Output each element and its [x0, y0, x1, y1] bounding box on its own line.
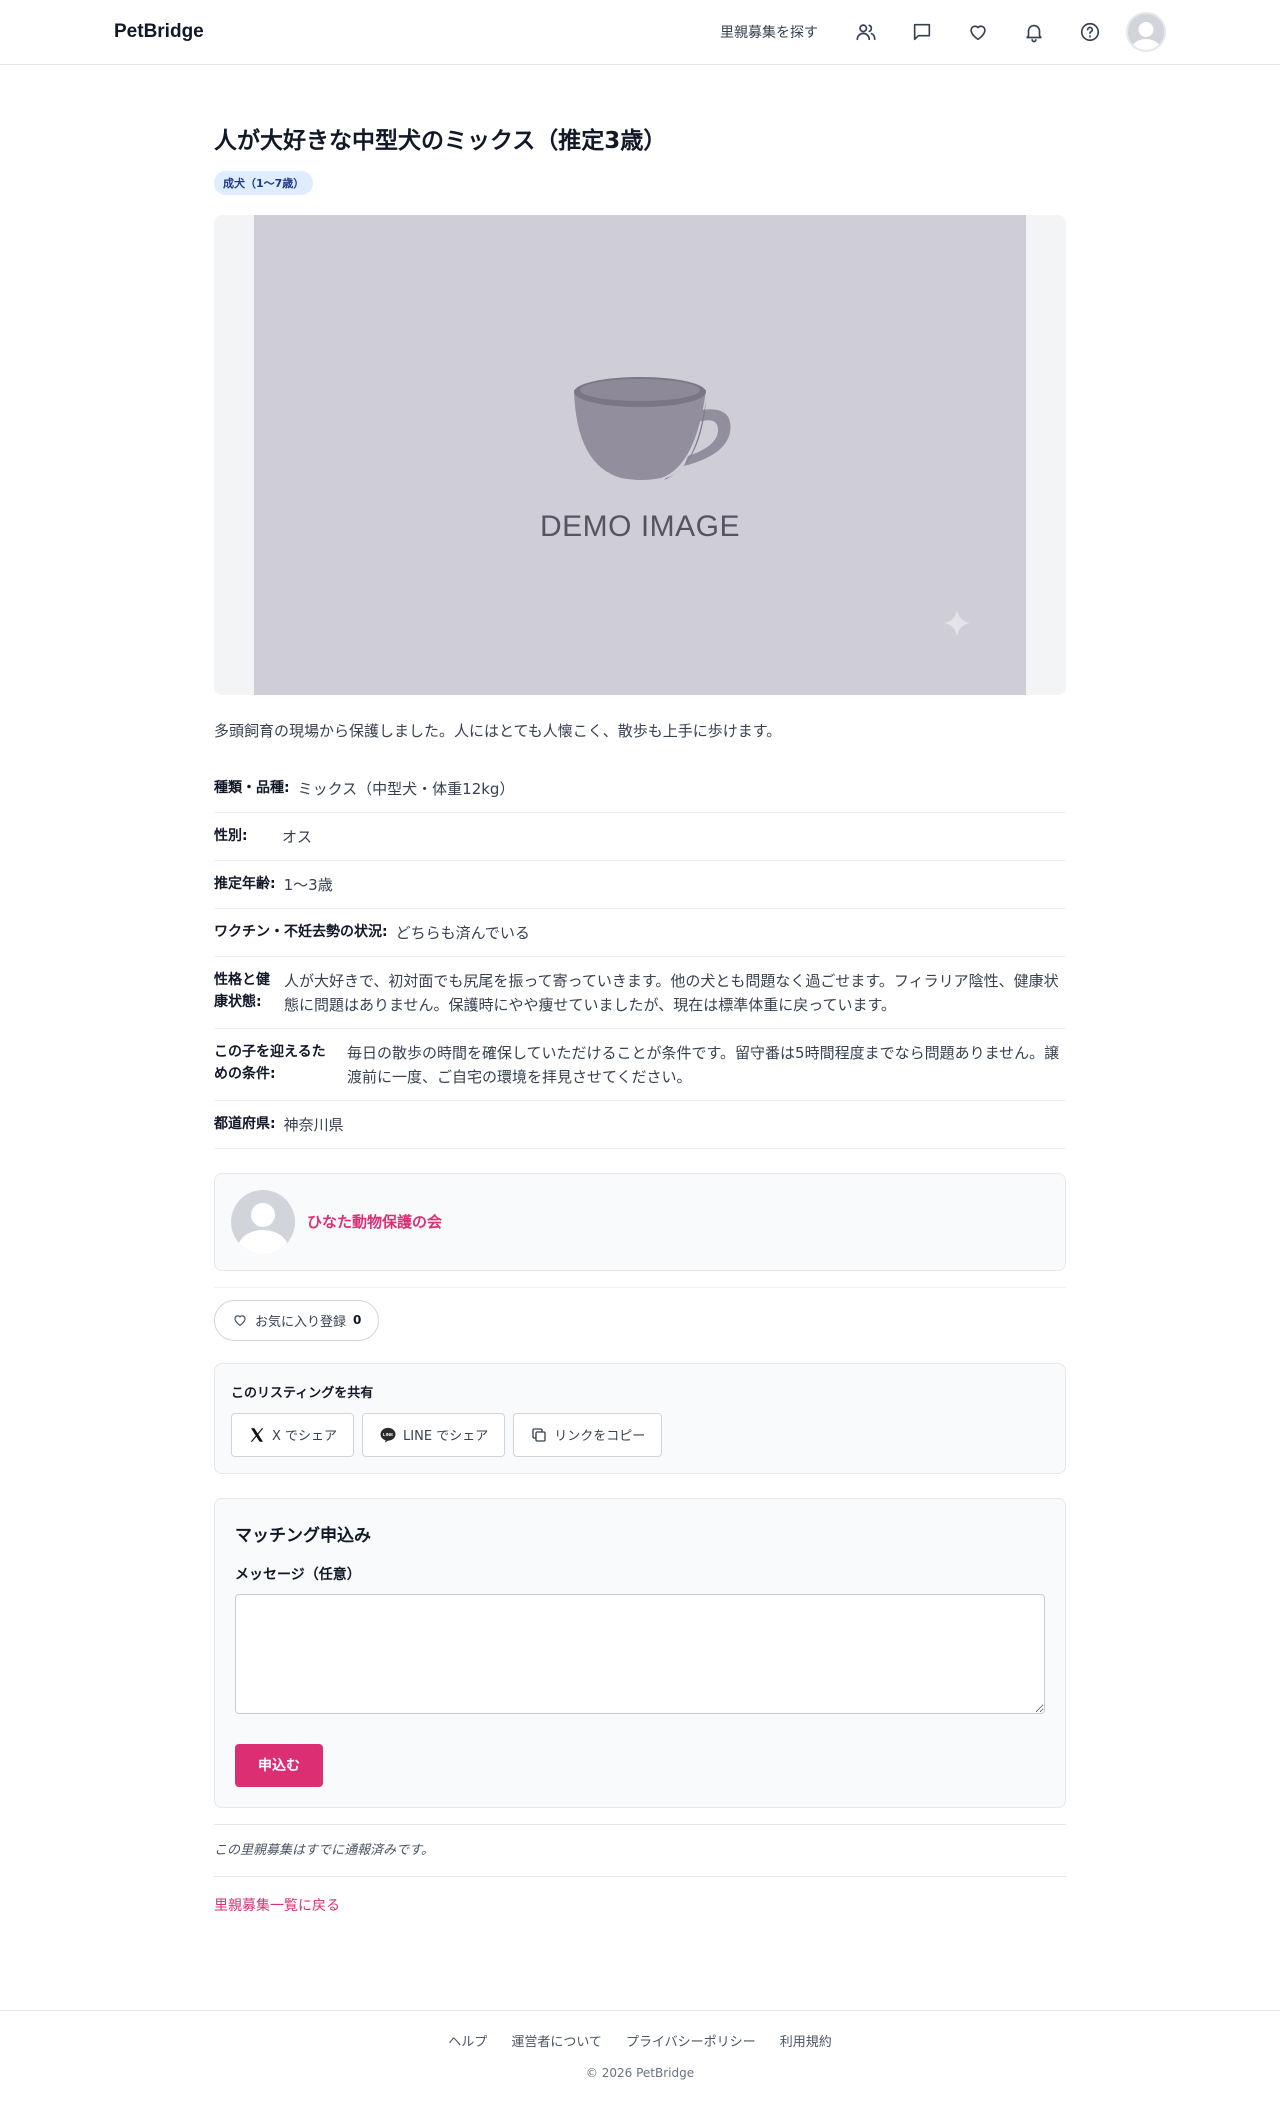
detail-label: ワクチン・不妊去勢の状況:	[214, 923, 388, 940]
listing-photo-container: DEMO IMAGE	[214, 214, 1066, 695]
detail-row-prefecture: 都道府県: 神奈川県	[214, 1101, 1066, 1149]
organization-avatar[interactable]	[231, 1189, 295, 1254]
site-footer: ヘルプ 運営者について プライバシーポリシー 利用規約 © 2026 PetBr…	[0, 2010, 1280, 2080]
footer-link-about[interactable]: 運営者について	[511, 2031, 602, 2050]
footer-link-terms[interactable]: 利用規約	[780, 2031, 832, 2050]
avatar-body-shape	[238, 1229, 288, 1254]
share-title: このリスティングを共有	[231, 1385, 374, 1401]
age-badge: 成犬（1〜7歳）	[214, 170, 314, 195]
user-avatar[interactable]	[1126, 12, 1166, 52]
detail-row-breed: 種類・品種: ミックス（中型犬・体重12kg）	[214, 765, 1066, 813]
favorite-label: お気に入り登録	[255, 1314, 347, 1330]
detail-label: この子を迎えるための条件:	[214, 1043, 326, 1083]
heart-outline-icon	[234, 1315, 246, 1327]
listing-details: 種類・品種: ミックス（中型犬・体重12kg） 性別: オス 推定年齢: 1〜3…	[214, 765, 1066, 1149]
detail-row-sex: 性別: オス	[214, 813, 1066, 861]
detail-label: 性別:	[214, 827, 248, 844]
users-icon[interactable]	[838, 12, 894, 52]
brand-logo[interactable]: PetBridge	[114, 21, 204, 43]
listing-title: 人が大好きな中型犬のミックス（推定3歳）	[214, 128, 667, 154]
message-icon[interactable]	[894, 12, 950, 52]
matching-application-card: マッチング申込み メッセージ（任意） 申込む	[214, 1497, 1066, 1808]
avatar-body-shape	[1131, 39, 1161, 50]
heart-icon[interactable]	[950, 12, 1006, 52]
line-logo-icon: LINE	[380, 1427, 396, 1443]
detail-value: 1〜3歳	[283, 875, 333, 894]
message-label: メッセージ（任意）	[235, 1566, 361, 1583]
detail-value: 神奈川県	[283, 1115, 344, 1134]
share-buttons: X でシェア LINE LINE でシェア リンクをコピー	[231, 1412, 1049, 1457]
coffee-cup-icon	[574, 376, 731, 480]
detail-row-vaccination: ワクチン・不妊去勢の状況: どちらも済んでいる	[214, 909, 1066, 957]
share-card: このリスティングを共有 X でシェア LINE LINE でシェア リンクをコピ…	[214, 1362, 1066, 1474]
detail-label: 性格と健康状態:	[214, 971, 270, 1011]
detail-row-conditions: この子を迎えるための条件: 毎日の散歩の時間を確保していただけることが条件です。…	[214, 1029, 1066, 1101]
site-header: PetBridge 里親募集を探す	[0, 0, 1280, 65]
detail-label: 都道府県:	[214, 1115, 276, 1132]
demo-image-text: DEMO IMAGE	[539, 509, 740, 543]
organization-name-link[interactable]: ひなた動物保護の会	[307, 1211, 442, 1232]
bell-icon[interactable]	[1006, 12, 1062, 52]
footer-link-privacy[interactable]: プライバシーポリシー	[626, 2031, 756, 2050]
copy-link-label: リンクをコピー	[554, 1429, 646, 1445]
listing-photo[interactable]: DEMO IMAGE	[254, 214, 1026, 695]
divider	[214, 1286, 1066, 1288]
avatar-head-shape	[251, 1202, 275, 1227]
detail-value: 人が大好きで、初対面でも尻尾を振って寄っていきます。他の犬とも問題なく過ごせます…	[284, 971, 1059, 1014]
avatar-head-shape	[1138, 22, 1154, 37]
report-note: この里親募集はすでに通報済みです。	[214, 1823, 1066, 1858]
detail-label: 種類・品種:	[214, 779, 290, 796]
x-logo-icon	[250, 1428, 264, 1442]
favorite-count: 0	[353, 1313, 362, 1328]
footer-links: ヘルプ 運営者について プライバシーポリシー 利用規約	[0, 2031, 1280, 2050]
share-x-button[interactable]: X でシェア	[231, 1412, 355, 1457]
footer-link-help[interactable]: ヘルプ	[448, 2031, 487, 2050]
detail-value: オス	[282, 827, 313, 846]
share-line-label: LINE でシェア	[403, 1429, 489, 1445]
share-x-label: X でシェア	[272, 1429, 338, 1445]
detail-row-age: 推定年齢: 1〜3歳	[214, 861, 1066, 909]
help-icon[interactable]	[1062, 12, 1118, 52]
listing-description: 多頭飼育の現場から保護しました。人にはとても人懐こく、散歩も上手に歩けます。	[214, 721, 782, 740]
matching-title: マッチング申込み	[235, 1525, 371, 1546]
back-to-listings-link[interactable]: 里親募集一覧に戻る	[214, 1875, 1066, 1915]
detail-value: ミックス（中型犬・体重12kg）	[297, 779, 515, 798]
svg-text:LINE: LINE	[383, 1432, 393, 1437]
detail-value: 毎日の散歩の時間を確保していただけることが条件です。留守番は5時間程度までなら問…	[347, 1043, 1060, 1086]
sparkle-icon	[944, 609, 970, 636]
detail-label: 推定年齢:	[214, 875, 276, 892]
favorite-button[interactable]: お気に入り登録 0	[214, 1299, 380, 1341]
detail-row-personality: 性格と健康状態: 人が大好きで、初対面でも尻尾を振って寄っていきます。他の犬とも…	[214, 957, 1066, 1029]
detail-value: どちらも済んでいる	[395, 923, 530, 942]
nav-link-browse[interactable]: 里親募集を探す	[720, 22, 818, 42]
copy-link-button[interactable]: リンクをコピー	[513, 1412, 663, 1457]
copyright: © 2026 PetBridge	[585, 2066, 695, 2080]
listing-main: 人が大好きな中型犬のミックス（推定3歳） 成犬（1〜7歳） DEMO IMAGE…	[214, 65, 1066, 1915]
share-line-button[interactable]: LINE LINE でシェア	[362, 1412, 506, 1457]
submit-application-button[interactable]: 申込む	[235, 1743, 323, 1787]
message-textarea[interactable]	[235, 1593, 1045, 1714]
organization-card: ひなた動物保護の会	[214, 1172, 1066, 1271]
copy-icon	[532, 1428, 546, 1442]
main-nav: 里親募集を探す	[720, 12, 1166, 52]
